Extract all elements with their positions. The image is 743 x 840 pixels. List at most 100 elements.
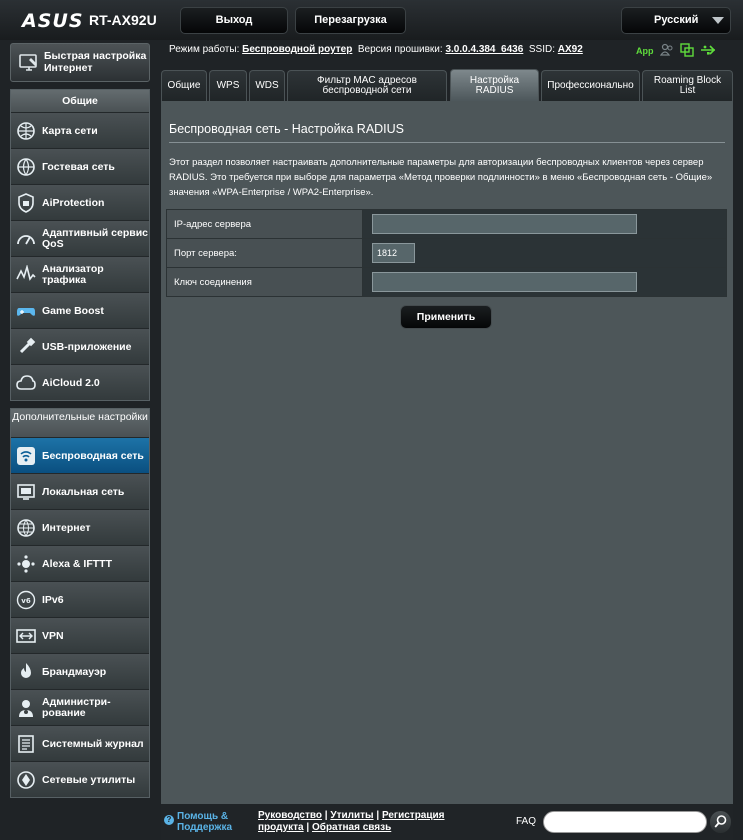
feedback-link[interactable]: Обратная связь [312,822,391,833]
footer: ? Помощь & Поддержка Руководство | Утили… [161,804,733,840]
general-menu: Общие Карта сети Гостевая сеть AiProtectio… [10,89,150,401]
footer-links: Руководство | Утилиты | Регистрация прод… [258,810,445,833]
sidebar-item-qos[interactable]: Адаптивный сервис QoS [11,220,149,256]
mode-value-link[interactable]: Беспроводной роутер [242,44,352,55]
sidebar-item-label: Анализатор трафика [42,263,104,286]
app-link[interactable]: App [636,46,654,56]
sidebar-item-label: Карта сети [42,124,98,137]
sidebar-item-label: VPN [42,629,64,642]
sidebar-item-label: Адаптивный сервис QoS [42,227,149,250]
sidebar-item-label: Администри- рование [42,696,111,719]
log-icon [16,734,36,754]
qos-icon [16,229,36,249]
quick-internet-setup-button[interactable]: Быстрая настройка Интернет [10,43,150,82]
wireless-icon [16,446,36,466]
sidebar-item-lan[interactable]: Локальная сеть [11,473,149,509]
registration-link-cont[interactable]: продукта [258,822,304,833]
faq-search-button[interactable] [710,811,731,833]
manual-link[interactable]: Руководство [258,810,322,821]
language-value: Русский [654,14,699,26]
logout-button[interactable]: Выход [180,7,288,34]
ssid-value-link[interactable]: AX92 [558,44,583,55]
server-port-input[interactable] [372,243,415,263]
sidebar-item-label: Брандмауэр [42,665,107,678]
page-title: Беспроводная сеть - Настройка RADIUS [169,122,405,136]
help-support-link[interactable]: Помощь & Поддержка [177,811,232,833]
tab-radius[interactable]: Настройка RADIUS [450,69,539,101]
registration-link[interactable]: Регистрация [382,810,445,821]
sidebar-item-alexa[interactable]: Alexa & IFTTT [11,545,149,581]
clients-icon[interactable] [659,43,674,60]
server-port-cell [362,238,727,268]
server-ip-label: IP-адрес сервера [166,209,363,239]
sidebar-item-label: Гостевая сеть [42,160,115,173]
tab-professional[interactable]: Профессионально [541,70,640,101]
alexa-icon [16,554,36,574]
model-name: RT-AX92U [89,12,157,28]
connection-key-label: Ключ соединения [166,267,363,297]
sidebar-item-admin[interactable]: Администри- рование [11,689,149,725]
asus-logo[interactable]: ASUS [22,10,84,32]
usb-icon [16,337,36,357]
tab-general[interactable]: Общие [161,70,207,101]
sidebar-item-shield[interactable]: AiProtection [11,184,149,220]
connection-key-cell [362,267,727,297]
tab-wps[interactable]: WPS [209,70,247,101]
usb-status-icon[interactable] [700,43,716,60]
chevron-down-icon [712,17,724,24]
connection-key-input[interactable] [372,272,637,292]
server-port-label: Порт сервера: [166,238,363,268]
sync-icon[interactable] [679,42,694,60]
advanced-menu-title: Дополнительные настройки [11,409,149,437]
utilities-link[interactable]: Утилиты [330,810,373,821]
apply-button[interactable]: Применить [400,305,492,329]
sidebar-item-traffic[interactable]: Анализатор трафика [11,256,149,292]
sidebar-item-globe[interactable]: Интернет [11,509,149,545]
sidebar-item-tools[interactable]: Сетевые утилиты [11,761,149,797]
tab-bar: Общие WPS WDS Фильтр MAC адресов беспров… [161,69,733,101]
mode-label: Режим работы: [169,44,240,55]
language-select[interactable]: Русский [621,7,731,34]
ssid-label: SSID: [528,44,555,55]
sidebar-item-label: AiProtection [42,196,105,209]
general-menu-title: Общие [11,90,149,112]
sidebar-item-cloud[interactable]: AiCloud 2.0 [11,364,149,400]
tab-mac-filter[interactable]: Фильтр MAC адресов беспроводной сети [287,70,447,101]
status-line: Режим работы: Беспроводной роутер Версия… [169,44,583,55]
gamepad-icon [16,301,36,321]
svg-text:v6: v6 [21,597,31,605]
sidebar-item-label: Локальная сеть [42,485,125,498]
network-map-icon [16,121,36,141]
sidebar-item-ipv6[interactable]: v6 IPv6 [11,581,149,617]
sidebar-item-label: Сетевые утилиты [42,773,136,786]
reboot-button[interactable]: Перезагрузка [295,7,406,34]
faq-search-input[interactable] [543,811,707,833]
help-icon: ? [164,815,174,825]
quick-setup-label: Быстрая настройка Интернет [44,50,147,74]
sidebar-item-guest-network[interactable]: Гостевая сеть [11,148,149,184]
tab-roaming-block-list[interactable]: Roaming Block List [642,70,733,101]
ipv6-icon: v6 [16,590,36,610]
tab-wds[interactable]: WDS [249,70,285,101]
cloud-icon [16,373,36,393]
sidebar-item-gamepad[interactable]: Game Boost [11,292,149,328]
sidebar-item-label: Беспроводная сеть [42,449,144,462]
title-divider [169,142,725,143]
firmware-value-link[interactable]: 3.0.0.4.384_6436 [445,44,523,55]
content-panel: Беспроводная сеть - Настройка RADIUS Это… [161,101,733,804]
sidebar-item-label: Системный журнал [42,737,144,750]
sidebar-item-vpn[interactable]: VPN [11,617,149,653]
sidebar-item-wireless[interactable]: Беспроводная сеть [11,437,149,473]
lan-icon [16,482,36,502]
server-ip-input[interactable] [372,214,637,234]
sidebar-item-firewall[interactable]: Брандмауэр [11,653,149,689]
traffic-icon [16,263,36,285]
sidebar-item-usb[interactable]: USB-приложение [11,328,149,364]
admin-icon [16,698,36,718]
vpn-icon [16,626,36,646]
sidebar-item-network-map[interactable]: Карта сети [11,112,149,148]
sidebar-item-log[interactable]: Системный журнал [11,725,149,761]
search-icon [714,815,727,828]
sidebar-item-label: USB-приложение [42,340,132,353]
shield-icon [16,193,36,213]
